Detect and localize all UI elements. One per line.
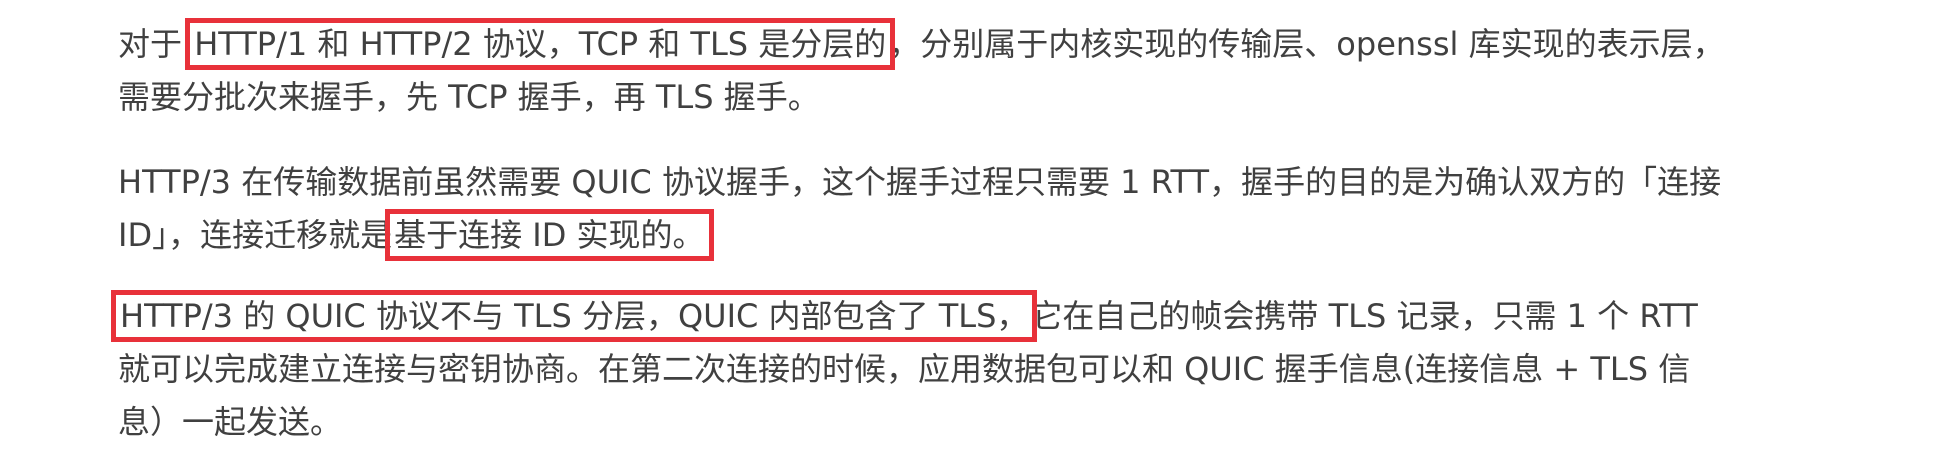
- paragraph-1-text: 对于: [118, 25, 193, 63]
- highlight-box-connection-id: 基于连接 ID 实现的。: [385, 209, 714, 261]
- paragraph-1: 对于 HTTP/1 和 HTTP/2 协议，TCP 和 TLS 是分层的，分别属…: [118, 18, 1738, 124]
- article-body: 对于 HTTP/1 和 HTTP/2 协议，TCP 和 TLS 是分层的，分别属…: [110, 18, 1738, 449]
- highlight-box-layering: HTTP/1 和 HTTP/2 协议，TCP 和 TLS 是分层的: [185, 18, 896, 70]
- paragraph-3: HTTP/3 的 QUIC 协议不与 TLS 分层，QUIC 内部包含了 TLS…: [110, 290, 1738, 449]
- paragraph-2: HTTP/3 在传输数据前虽然需要 QUIC 协议握手，这个握手过程只需要 1 …: [118, 156, 1738, 262]
- paragraph-2-text: HTTP/3 在传输数据前虽然需要 QUIC 协议握手，这个握手过程只需要 1 …: [118, 163, 1722, 254]
- highlight-box-quic-tls: HTTP/3 的 QUIC 协议不与 TLS 分层，QUIC 内部包含了 TLS…: [110, 290, 1038, 342]
